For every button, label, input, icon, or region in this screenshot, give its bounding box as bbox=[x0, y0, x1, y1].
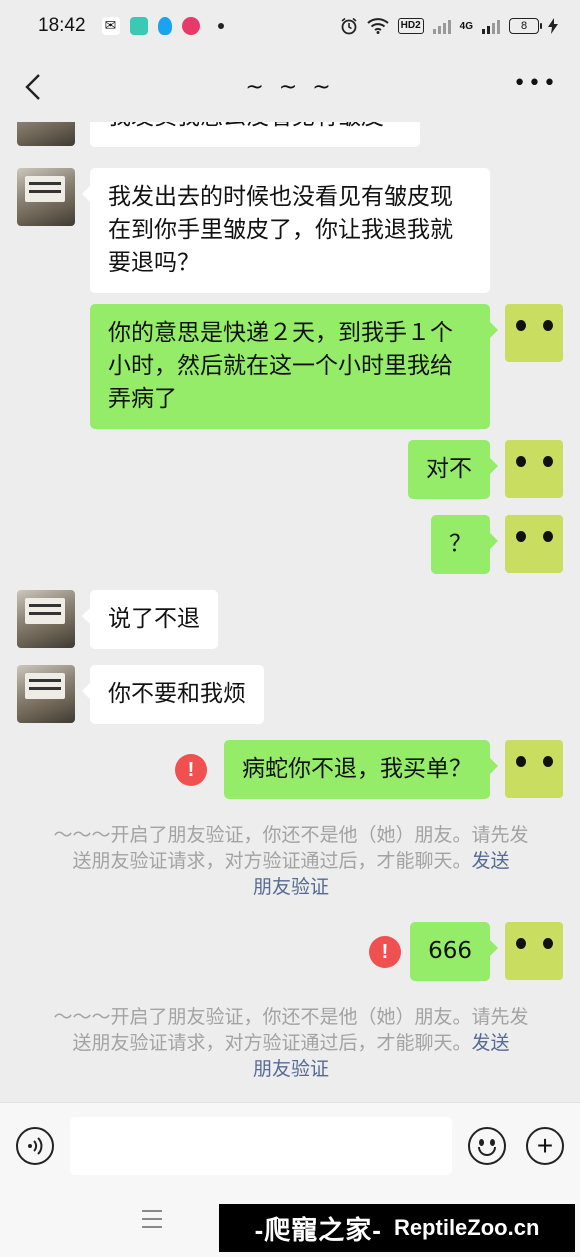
message-bubble[interactable]: 你不要和我烦 bbox=[82, 665, 264, 724]
message-row: 你的意思是快递２天，到我手１个 小时，然后就在这一个小时里我给 弄病了 bbox=[0, 304, 580, 429]
my-avatar[interactable] bbox=[505, 922, 563, 980]
message-row: 我发货我怎么没看见有皱皮 bbox=[0, 122, 580, 152]
message-row: 病蛇你不退，我买单？ ! bbox=[0, 740, 580, 800]
status-bar: 18:42 ✉ HD2 4G 8 bbox=[0, 0, 580, 52]
message-row: 我发出去的时候也没看见有皱皮现 在到你手里皱皮了，你让我退我就 要退吗？ bbox=[0, 168, 580, 293]
status-app-icons: ✉ bbox=[101, 17, 224, 35]
network-type: 4G bbox=[459, 20, 473, 32]
message-input[interactable] bbox=[70, 1117, 452, 1175]
signal-icon-2 bbox=[482, 18, 500, 34]
contact-avatar[interactable] bbox=[17, 590, 75, 648]
send-failed-icon[interactable]: ! bbox=[369, 936, 401, 968]
system-message: ～～～开启了朋友验证，你还不是他（她）朋友。请先发送朋友验证请求，对方验证通过后… bbox=[48, 822, 534, 900]
friend-verify-link[interactable]: 朋友验证 bbox=[253, 1058, 329, 1080]
status-indicators: HD2 4G 8 bbox=[340, 17, 558, 35]
watermark: -爬寵之家- ReptileZoo.cn bbox=[219, 1204, 575, 1252]
message-line: 要退吗？ bbox=[108, 250, 200, 276]
input-bar: + bbox=[0, 1102, 580, 1188]
wifi-icon bbox=[366, 18, 389, 34]
charging-icon bbox=[548, 18, 558, 34]
system-text: ～～～开启了朋友验证，你还不是他（她）朋友。请先 bbox=[53, 1006, 510, 1028]
my-avatar[interactable] bbox=[505, 515, 563, 573]
message-line: 我发出去的时候也没看见有皱皮现 bbox=[108, 184, 453, 210]
message-bubble[interactable]: 对不 bbox=[408, 440, 498, 499]
my-avatar[interactable] bbox=[505, 440, 563, 498]
message-line: 在到你手里皱皮了，你让我退我就 bbox=[108, 217, 453, 243]
message-text: 说了不退 bbox=[108, 606, 200, 632]
message-text: 病蛇你不退，我买单？ bbox=[242, 756, 472, 782]
message-text: ？ bbox=[449, 531, 472, 557]
app-icon-teal bbox=[129, 17, 148, 35]
more-button[interactable]: ••• bbox=[513, 71, 558, 96]
message-bubble[interactable]: 病蛇你不退，我买单？ bbox=[224, 740, 498, 799]
message-bubble[interactable]: 说了不退 bbox=[82, 590, 218, 649]
menu-icon[interactable] bbox=[142, 1210, 162, 1228]
chat-header: ~ ~ ~ ••• bbox=[0, 52, 580, 122]
contact-avatar[interactable] bbox=[17, 665, 75, 723]
notification-dot-icon bbox=[217, 23, 224, 29]
message-row: 你不要和我烦 bbox=[0, 665, 580, 725]
status-time: 18:42 bbox=[38, 15, 86, 36]
watermark-cn: -爬寵之家- bbox=[254, 1214, 382, 1245]
system-nav-bar: -爬寵之家- ReptileZoo.cn bbox=[0, 1188, 580, 1257]
battery-icon: 8 bbox=[509, 18, 542, 34]
qq-icon bbox=[157, 17, 172, 35]
app-icon-pink bbox=[181, 17, 200, 35]
more-dots-icon: ••• bbox=[513, 71, 558, 96]
message-text: 666 bbox=[428, 938, 472, 964]
message-row: ？ bbox=[0, 515, 580, 575]
message-bubble[interactable]: 我发货我怎么没看见有皱皮 bbox=[90, 122, 420, 147]
send-request-link[interactable]: 发送 bbox=[472, 850, 510, 872]
watermark-en: ReptileZoo.cn bbox=[393, 1215, 540, 1240]
system-text: ～～～开启了朋友验证，你还不是他（她）朋友。请先 bbox=[53, 824, 510, 846]
contact-avatar[interactable] bbox=[17, 122, 75, 146]
message-line: 你的意思是快递２天，到我手１个 bbox=[108, 320, 453, 346]
system-message: ～～～开启了朋友验证，你还不是他（她）朋友。请先发送朋友验证请求，对方验证通过后… bbox=[48, 1004, 534, 1082]
chat-title: ~ ~ ~ bbox=[245, 74, 335, 100]
voice-button[interactable] bbox=[16, 1127, 54, 1165]
send-request-link[interactable]: 发送 bbox=[472, 1032, 510, 1054]
hd-badge: HD2 bbox=[397, 18, 424, 34]
message-row: 666 ! bbox=[0, 922, 580, 982]
back-button[interactable] bbox=[18, 72, 48, 102]
signal-icon-1 bbox=[432, 18, 451, 34]
battery-level: 8 bbox=[520, 20, 528, 32]
contact-avatar[interactable] bbox=[17, 168, 75, 226]
message-text: 你不要和我烦 bbox=[108, 681, 246, 707]
plus-icon: + bbox=[536, 1130, 554, 1161]
message-line: 弄病了 bbox=[108, 386, 177, 412]
message-bubble[interactable]: 你的意思是快递２天，到我手１个 小时，然后就在这一个小时里我给 弄病了 bbox=[90, 304, 498, 429]
message-line: 小时，然后就在这一个小时里我给 bbox=[108, 353, 453, 379]
wechat-icon: ✉ bbox=[101, 17, 120, 35]
chevron-left-icon bbox=[25, 74, 40, 100]
message-row: 对不 bbox=[0, 440, 580, 500]
voice-icon bbox=[28, 1137, 43, 1155]
friend-verify-link[interactable]: 朋友验证 bbox=[253, 876, 329, 898]
message-text: 我发货我怎么没看见有皱皮 bbox=[108, 122, 384, 130]
more-actions-button[interactable]: + bbox=[526, 1127, 564, 1165]
message-bubble[interactable]: ？ bbox=[431, 515, 498, 574]
send-failed-icon[interactable]: ! bbox=[175, 754, 207, 786]
message-list[interactable]: 我发货我怎么没看见有皱皮 我发出去的时候也没看见有皱皮现 在到你手里皱皮了，你让… bbox=[0, 122, 580, 1102]
my-avatar[interactable] bbox=[505, 304, 563, 362]
my-avatar[interactable] bbox=[505, 740, 563, 798]
message-bubble[interactable]: 666 bbox=[410, 922, 498, 981]
message-bubble[interactable]: 我发出去的时候也没看见有皱皮现 在到你手里皱皮了，你让我退我就 要退吗？ bbox=[82, 168, 490, 293]
message-text: 对不 bbox=[426, 456, 472, 482]
message-row: 说了不退 bbox=[0, 590, 580, 650]
alarm-icon bbox=[341, 17, 357, 35]
emoji-button[interactable] bbox=[468, 1127, 506, 1165]
